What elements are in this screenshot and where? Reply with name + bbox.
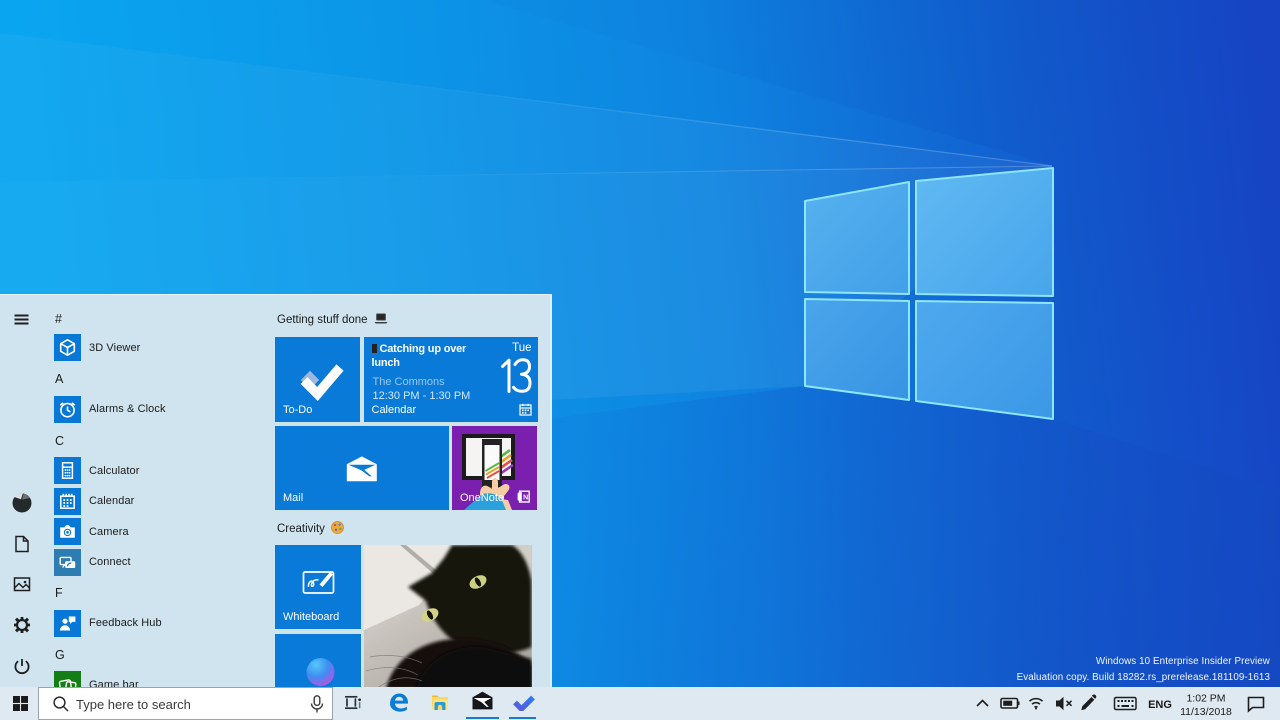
svg-text:11/13/2018: 11/13/2018 bbox=[1180, 706, 1232, 718]
svg-text:N: N bbox=[523, 495, 528, 502]
svg-text:ENG: ENG bbox=[1148, 699, 1172, 711]
svg-text:1:02 PM: 1:02 PM bbox=[1186, 693, 1225, 705]
